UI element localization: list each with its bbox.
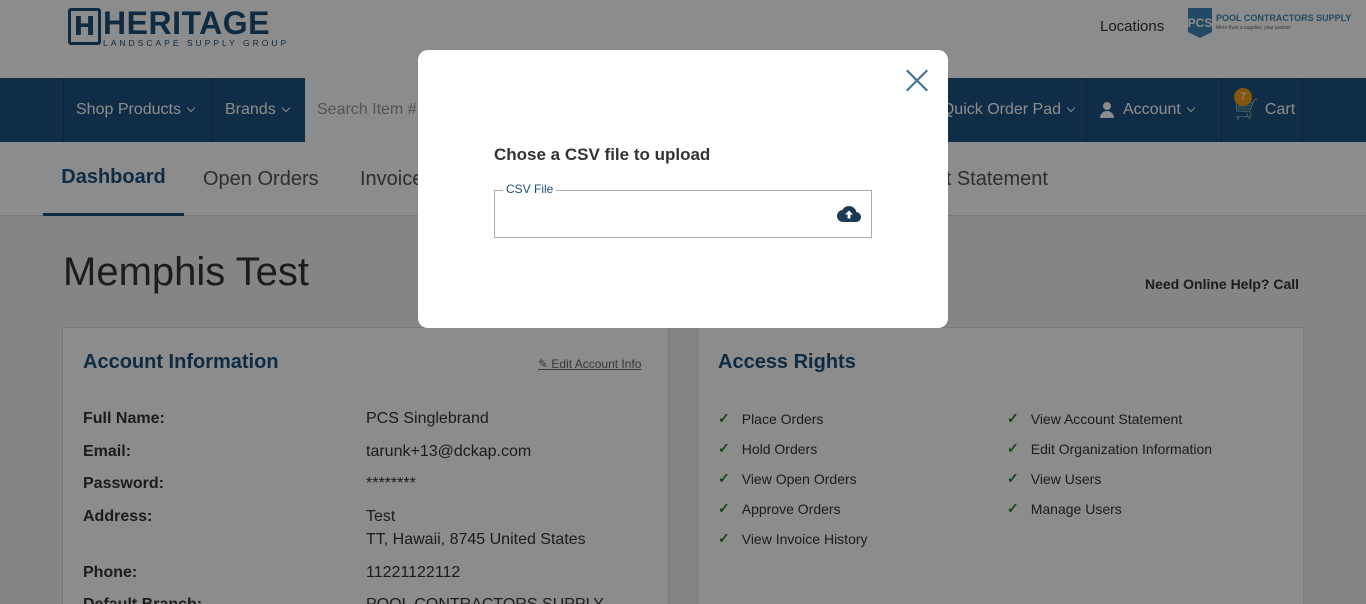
- modal-title: Chose a CSV file to upload: [494, 145, 711, 164]
- cloud-upload-icon[interactable]: [837, 205, 861, 223]
- csv-file-input[interactable]: CSV File: [494, 182, 872, 238]
- csv-upload-modal: Chose a CSV file to upload CSV File: [418, 50, 948, 328]
- csv-file-label: CSV File: [503, 182, 557, 196]
- close-icon[interactable]: [905, 68, 929, 92]
